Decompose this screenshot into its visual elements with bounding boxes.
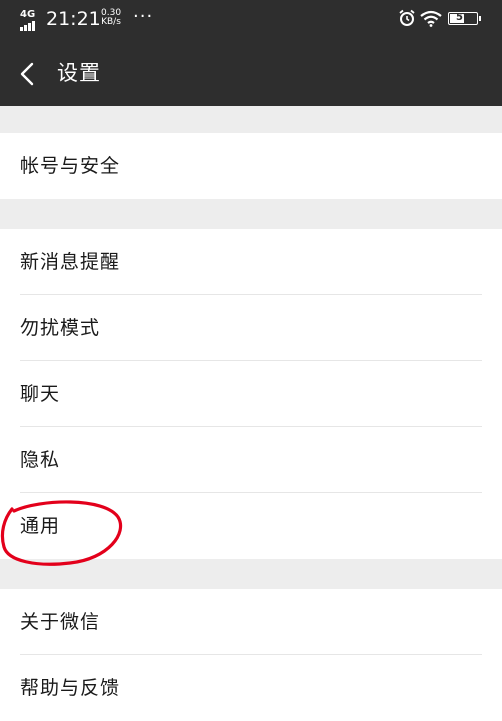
settings-item-label: 聊天 [20, 383, 61, 405]
settings-item-help-feedback[interactable]: 帮助与反馈 [0, 655, 502, 721]
chevron-left-icon [20, 62, 34, 86]
settings-item-notifications[interactable]: 新消息提醒 [0, 229, 502, 295]
network-type: 4G [20, 9, 36, 20]
network-speed-unit: KB/s [101, 17, 121, 27]
more-notifications-indicator: ··· [133, 6, 154, 27]
back-button[interactable] [14, 59, 44, 89]
settings-item-label: 新消息提醒 [20, 251, 121, 273]
battery-icon: 57 [448, 12, 481, 25]
settings-item-privacy[interactable]: 隐私 [0, 427, 502, 493]
settings-item-do-not-disturb[interactable]: 勿扰模式 [0, 295, 502, 361]
signal-icon: 4G [20, 10, 42, 31]
settings-item-label: 隐私 [20, 449, 61, 471]
settings-item-label: 帐号与安全 [20, 155, 121, 177]
settings-item-label: 通用 [20, 515, 61, 537]
title-bar: 设置 [0, 40, 502, 106]
settings-group-account: 帐号与安全 [0, 133, 502, 199]
page-title: 设置 [57, 61, 101, 85]
battery-level: 57 [456, 12, 470, 23]
settings-item-account-security[interactable]: 帐号与安全 [0, 133, 502, 199]
status-time: 21:21 [46, 8, 101, 30]
settings-item-label: 帮助与反馈 [20, 677, 121, 699]
wifi-icon [420, 10, 442, 27]
settings-group-general: 新消息提醒 勿扰模式 聊天 隐私 通用 [0, 229, 502, 559]
network-speed: 0.30 KB/s [101, 9, 121, 27]
settings-group-about: 关于微信 帮助与反馈 [0, 589, 502, 721]
status-bar: 4G 21:21 0.30 KB/s ··· 57 [0, 0, 502, 40]
settings-item-about-wechat[interactable]: 关于微信 [0, 589, 502, 655]
settings-item-general[interactable]: 通用 [0, 493, 502, 559]
settings-item-chat[interactable]: 聊天 [0, 361, 502, 427]
settings-item-label: 勿扰模式 [20, 317, 101, 339]
alarm-icon [399, 9, 415, 26]
settings-item-label: 关于微信 [20, 611, 101, 633]
